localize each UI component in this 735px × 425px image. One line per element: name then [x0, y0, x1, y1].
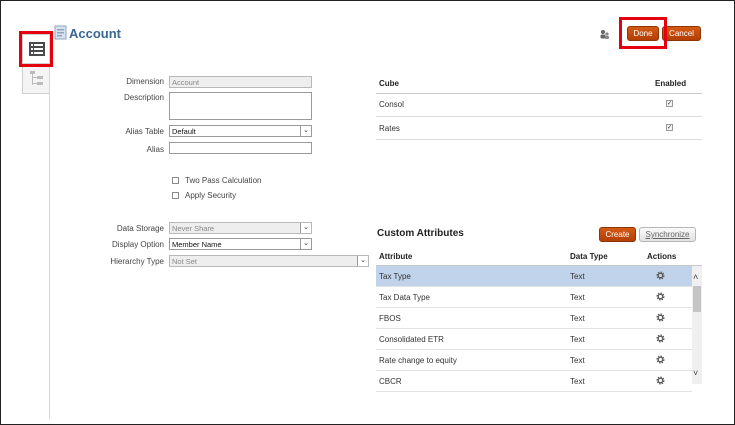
gear-icon[interactable]	[655, 375, 666, 386]
attribute-data-type: Text	[570, 335, 585, 344]
attribute-header: Attribute	[379, 252, 413, 261]
cube-header-divider	[376, 93, 702, 94]
attribute-name: Consolidated ETR	[379, 335, 444, 344]
highlight-box-tab	[19, 31, 53, 67]
table-row[interactable]: Rate change to equity Text	[376, 350, 692, 371]
attribute-data-type: Text	[570, 293, 585, 302]
cube-enabled-checkbox[interactable]: ✓	[666, 100, 673, 107]
display-option-value: Member Name	[172, 240, 222, 249]
two-pass-checkbox[interactable]	[172, 177, 179, 184]
attribute-data-type: Text	[570, 272, 585, 281]
cube-name: Rates	[379, 124, 400, 133]
row-divider	[376, 116, 702, 117]
display-option-select[interactable]: Member Name ⌄	[169, 238, 312, 250]
attribute-name: CBCR	[379, 377, 402, 386]
highlight-box-done	[619, 17, 667, 49]
alias-table-label: Alias Table	[125, 127, 164, 136]
data-type-header: Data Type	[570, 252, 608, 261]
chevron-down-icon: ⌄	[300, 223, 311, 233]
create-button[interactable]: Create	[599, 227, 636, 242]
table-row[interactable]: Tax Type Text	[376, 266, 692, 287]
alias-field[interactable]	[169, 142, 312, 154]
apply-security-label: Apply Security	[185, 191, 237, 200]
cube-header: Cube	[379, 79, 399, 88]
scrollbar-thumb[interactable]	[693, 286, 701, 312]
display-option-label: Display Option	[111, 240, 164, 249]
gear-icon[interactable]	[655, 333, 666, 344]
tab-divider	[49, 34, 50, 419]
attribute-name: Rate change to equity	[379, 356, 457, 365]
chevron-down-icon: ⌄	[300, 239, 311, 249]
gear-icon[interactable]	[655, 270, 666, 281]
data-storage-select[interactable]: Never Share ⌄	[169, 222, 312, 234]
alias-table-value: Default	[172, 127, 196, 136]
alias-table-select[interactable]: Default ⌄	[169, 125, 312, 137]
data-storage-label: Data Storage	[116, 224, 164, 233]
gear-icon[interactable]	[655, 312, 666, 323]
alias-label: Alias	[146, 145, 164, 154]
attribute-data-type: Text	[570, 377, 585, 386]
chevron-up-icon[interactable]: ˄	[693, 272, 698, 282]
dimension-field: Account	[169, 76, 312, 88]
tree-icon	[30, 71, 43, 85]
tab-hierarchy[interactable]	[22, 64, 50, 94]
gear-icon[interactable]	[655, 354, 666, 365]
apply-security-checkbox[interactable]	[172, 192, 179, 199]
chevron-down-icon: ⌄	[300, 126, 311, 136]
page-title: Account	[69, 26, 121, 41]
data-storage-value: Never Share	[172, 224, 215, 233]
chevron-down-icon: ⌄	[357, 256, 368, 266]
attribute-name: Tax Type	[379, 272, 411, 281]
table-row[interactable]: Tax Data Type Text	[376, 287, 692, 308]
actions-header: Actions	[647, 252, 677, 261]
dimension-label: Dimension	[126, 77, 164, 86]
attribute-name: Tax Data Type	[379, 293, 430, 302]
row-divider	[376, 139, 702, 140]
two-pass-label: Two Pass Calculation	[185, 176, 262, 185]
table-row[interactable]: Consolidated ETR Text	[376, 329, 692, 350]
dimension-icon	[54, 25, 67, 40]
description-field[interactable]	[169, 92, 312, 120]
description-label: Description	[123, 93, 164, 102]
table-row[interactable]: FBOS Text	[376, 308, 692, 329]
hierarchy-type-value: Not Set	[172, 257, 198, 266]
enabled-header: Enabled	[655, 79, 687, 88]
attribute-data-type: Text	[570, 314, 585, 323]
attributes-scrollbar[interactable]	[692, 266, 702, 384]
cancel-button[interactable]: Cancel	[662, 26, 701, 41]
hierarchy-type-label: Hierarchy Type	[110, 257, 164, 266]
synchronize-button[interactable]: Synchronize	[639, 227, 696, 242]
chevron-down-icon[interactable]: ˅	[693, 368, 698, 378]
cube-enabled-checkbox[interactable]: ✓	[666, 124, 673, 131]
attribute-data-type: Text	[570, 356, 585, 365]
cube-name: Consol	[379, 100, 404, 109]
table-row[interactable]: CBCR Text	[376, 371, 692, 392]
attribute-name: FBOS	[379, 314, 401, 323]
gear-icon[interactable]	[655, 291, 666, 302]
users-icon[interactable]	[599, 29, 610, 40]
custom-attributes-title: Custom Attributes	[377, 228, 464, 239]
hierarchy-type-select[interactable]: Not Set ⌄	[169, 255, 369, 267]
